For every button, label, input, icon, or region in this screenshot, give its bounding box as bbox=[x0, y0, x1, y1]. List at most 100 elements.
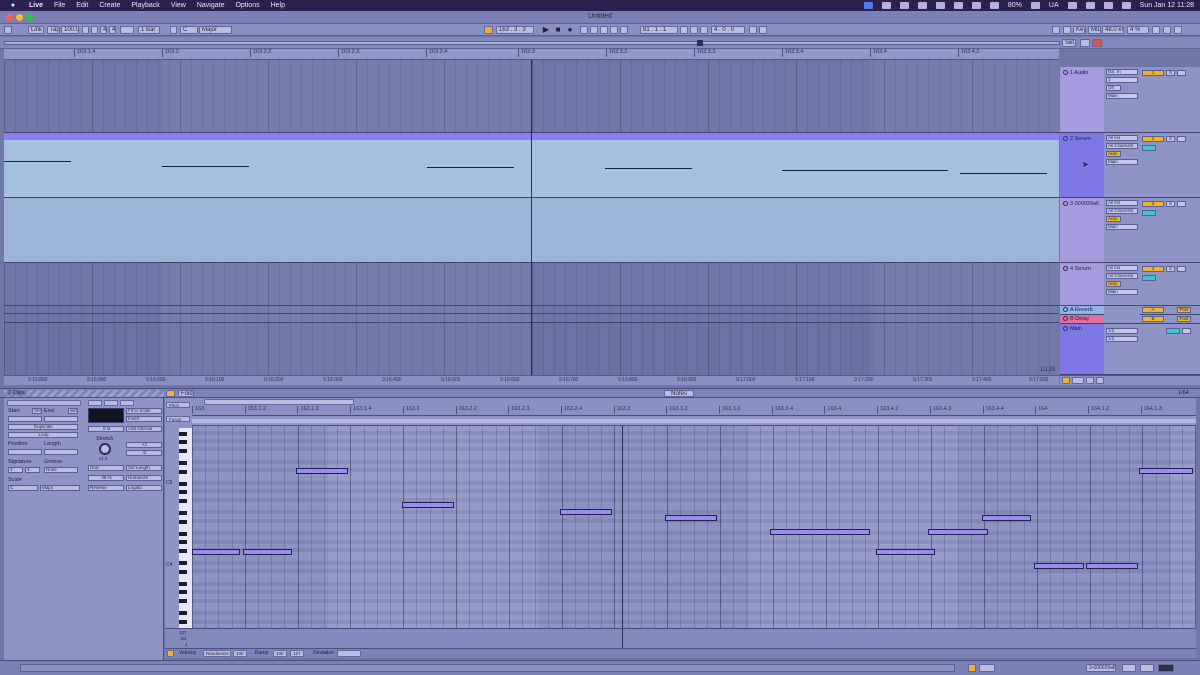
arm-button[interactable] bbox=[1177, 201, 1186, 207]
monitor-auto-button[interactable]: Auto bbox=[1106, 151, 1121, 157]
black-key[interactable] bbox=[179, 561, 187, 566]
black-key[interactable] bbox=[179, 532, 187, 537]
volume-slider[interactable] bbox=[1142, 145, 1156, 151]
battery-icon[interactable] bbox=[1030, 2, 1040, 9]
black-key[interactable] bbox=[179, 598, 187, 603]
midi-note[interactable] bbox=[296, 468, 348, 474]
io-toggle-icon[interactable] bbox=[1072, 377, 1084, 384]
track-name[interactable]: B Delay bbox=[1070, 316, 1089, 322]
fit-to-scale-button[interactable]: Fit to Scale bbox=[126, 408, 162, 414]
transform-tool-icon[interactable] bbox=[104, 400, 118, 406]
midi-note[interactable] bbox=[192, 549, 240, 555]
invert-button[interactable]: Invert bbox=[126, 416, 162, 422]
sync-icon[interactable] bbox=[971, 2, 981, 9]
double-button[interactable]: ×2 bbox=[126, 442, 162, 448]
sends-toggle-icon[interactable] bbox=[1086, 377, 1094, 384]
cloud-icon[interactable] bbox=[899, 2, 909, 9]
track-header-2-serum[interactable]: 2 Serum ➤ bbox=[1060, 133, 1104, 198]
extension-icon[interactable] bbox=[935, 2, 945, 9]
arrangement-ruler[interactable]: 163.1.4 163.2 163.2.2 163.2.3 163.2.4 16… bbox=[4, 49, 1059, 60]
position-field[interactable] bbox=[8, 449, 42, 455]
fold-button[interactable]: Fold bbox=[178, 390, 194, 397]
menu-options[interactable]: Options bbox=[235, 2, 259, 9]
scale-name-select[interactable]: Major bbox=[40, 485, 80, 491]
punch-in-icon[interactable] bbox=[680, 26, 688, 34]
track-activator-button[interactable]: 4 bbox=[1142, 266, 1164, 272]
warning-icon[interactable] bbox=[968, 664, 976, 672]
follow-button[interactable] bbox=[484, 26, 493, 34]
computer-midi-icon[interactable] bbox=[759, 26, 767, 34]
pencil-icon[interactable] bbox=[749, 26, 757, 34]
link-button[interactable]: Link bbox=[28, 26, 44, 34]
pitch-select[interactable]: Pitch bbox=[166, 402, 190, 408]
note-tool-icon[interactable] bbox=[88, 400, 102, 406]
solo-button[interactable]: S bbox=[1166, 136, 1175, 142]
arm-button[interactable] bbox=[1177, 70, 1186, 76]
track-activator-button[interactable]: B bbox=[1142, 316, 1164, 322]
humanize-amount[interactable]: 35 % bbox=[88, 475, 124, 481]
overview-position-marker[interactable] bbox=[697, 40, 703, 46]
track-name[interactable]: 3 000029a6 bbox=[1070, 201, 1099, 207]
volume-slider[interactable] bbox=[1142, 210, 1156, 216]
black-key[interactable] bbox=[179, 440, 187, 445]
piano-keyboard[interactable] bbox=[179, 428, 192, 628]
input-source[interactable]: UA bbox=[1049, 2, 1059, 9]
overview-scroll[interactable] bbox=[4, 40, 1060, 46]
fold-icon[interactable] bbox=[1063, 326, 1068, 332]
clip-view-icon[interactable] bbox=[1140, 664, 1154, 672]
track-name[interactable]: 4 Serum bbox=[1070, 266, 1091, 272]
randomize-button[interactable]: Randomize bbox=[203, 650, 231, 657]
track-name[interactable]: 2 Serum bbox=[1070, 136, 1091, 142]
add-interval-button[interactable]: Add Interval bbox=[126, 426, 162, 432]
post-button[interactable]: Post bbox=[1177, 316, 1191, 322]
input-channel-select[interactable]: All Channels bbox=[1106, 208, 1138, 214]
fold-icon[interactable] bbox=[1063, 136, 1068, 142]
menu-app-name[interactable]: Live bbox=[29, 2, 43, 9]
black-key[interactable] bbox=[179, 461, 187, 466]
input-channel-select[interactable]: All Channels bbox=[1106, 143, 1138, 149]
loop-button[interactable]: Loop bbox=[8, 432, 78, 438]
deviation-field[interactable] bbox=[337, 650, 361, 657]
record-arm-all-icon[interactable] bbox=[1092, 39, 1102, 47]
capture-icon[interactable] bbox=[610, 26, 618, 34]
camera-icon[interactable] bbox=[881, 2, 891, 9]
velocity-toggle-icon[interactable] bbox=[167, 650, 174, 657]
cue-output-select[interactable]: 1/2 bbox=[1106, 336, 1138, 342]
arrangement-overview[interactable]: Set bbox=[0, 37, 1200, 49]
loop-switch-icon[interactable] bbox=[690, 26, 698, 34]
grid-select[interactable]: Grid bbox=[88, 465, 124, 471]
back-to-arrangement-icon[interactable] bbox=[600, 26, 608, 34]
input-type-select[interactable]: Ext. In bbox=[1106, 69, 1138, 75]
black-key[interactable] bbox=[179, 619, 187, 624]
humanize-button[interactable]: Humanize bbox=[126, 475, 162, 481]
midi-note[interactable] bbox=[770, 529, 870, 535]
randomize-amount[interactable]: 100 bbox=[233, 650, 247, 657]
stretch-knob[interactable] bbox=[99, 443, 111, 455]
control-center-icon[interactable] bbox=[1103, 2, 1113, 9]
scale-select[interactable]: Major bbox=[199, 26, 232, 34]
reverse-button[interactable]: Reverse bbox=[88, 485, 124, 491]
duplicate-button[interactable]: Duplicate bbox=[8, 424, 78, 430]
set-length-button[interactable]: Set Length bbox=[126, 465, 162, 471]
generate-tool-icon[interactable] bbox=[120, 400, 134, 406]
clip-transport-icons[interactable] bbox=[7, 400, 81, 406]
input-channel-select[interactable]: All Channels bbox=[1106, 273, 1138, 279]
length-field[interactable] bbox=[44, 449, 78, 455]
fold-icon[interactable] bbox=[1063, 266, 1068, 272]
session-record-icon[interactable] bbox=[620, 26, 628, 34]
menu-playback[interactable]: Playback bbox=[131, 2, 159, 9]
output-select[interactable]: Main bbox=[1106, 159, 1138, 165]
midi-map-icon[interactable] bbox=[1122, 664, 1136, 672]
arm-button[interactable] bbox=[1177, 136, 1186, 142]
play-icon[interactable]: ▶ bbox=[542, 26, 550, 34]
black-key[interactable] bbox=[179, 511, 187, 516]
semitone-field[interactable]: 0 st bbox=[88, 426, 124, 432]
midi-map-button[interactable]: MIDI bbox=[1088, 26, 1101, 34]
black-key[interactable] bbox=[179, 469, 187, 474]
piano-roll-playhead[interactable] bbox=[622, 426, 623, 628]
pen-icon[interactable] bbox=[953, 2, 963, 9]
arrangement-view[interactable]: 1/128 bbox=[4, 60, 1059, 375]
volume-slider[interactable] bbox=[1142, 275, 1156, 281]
input-type-select[interactable]: All Ins bbox=[1106, 200, 1138, 206]
black-key[interactable] bbox=[179, 498, 187, 503]
